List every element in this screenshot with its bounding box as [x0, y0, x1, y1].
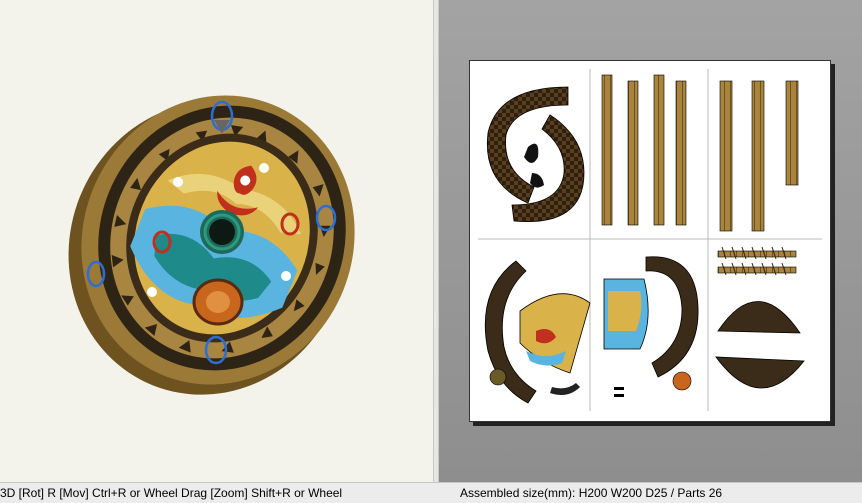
paper-sheet[interactable] — [469, 60, 831, 422]
3d-view-pane[interactable] — [0, 0, 433, 482]
controls-hint: 3D [Rot] R [Mov] Ctrl+R or Wheel Drag [Z… — [0, 486, 343, 500]
2d-view-pane[interactable] — [439, 0, 862, 482]
status-bar: 3D [Rot] R [Mov] Ctrl+R or Wheel Drag [Z… — [0, 482, 862, 503]
shield-model[interactable] — [0, 0, 433, 482]
paper-pattern[interactable] — [470, 61, 830, 421]
assembled-size-info: Assembled size(mm): H200 W200 D25 / Part… — [460, 486, 723, 500]
